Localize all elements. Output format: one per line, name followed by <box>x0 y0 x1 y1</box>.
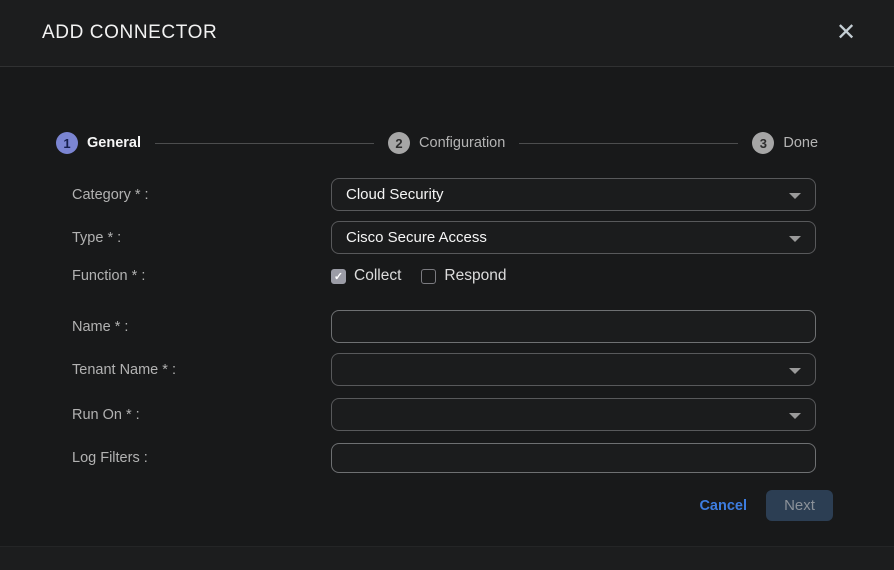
function-label: Function * : <box>72 268 331 284</box>
function-checkbox-group: ✓ Collect ✓ Respond <box>331 264 816 288</box>
stepper-connector-line <box>155 143 374 144</box>
step-done-label: Done <box>783 135 818 151</box>
dialog-footer-strip <box>0 546 894 570</box>
tenant-name-select[interactable] <box>331 353 816 386</box>
step-configuration-number: 2 <box>388 132 410 154</box>
category-value: Cloud Security <box>346 186 444 203</box>
type-label: Type * : <box>72 230 331 246</box>
dialog-title: ADD CONNECTOR <box>42 22 217 44</box>
type-row: Type * : Cisco Secure Access <box>72 221 894 254</box>
chevron-down-icon <box>789 413 801 419</box>
step-done-number: 3 <box>752 132 774 154</box>
log-filters-label: Log Filters : <box>72 450 331 466</box>
respond-checkbox-label: Respond <box>444 267 506 285</box>
log-filters-row: Log Filters : <box>72 443 894 473</box>
tenant-name-row: Tenant Name * : <box>72 353 894 386</box>
run-on-row: Run On * : <box>72 398 894 431</box>
step-done[interactable]: 3 Done <box>752 132 818 154</box>
run-on-select[interactable] <box>331 398 816 431</box>
name-input[interactable] <box>346 318 801 335</box>
dialog-actions: Cancel Next <box>0 490 894 521</box>
collect-checkbox-label: Collect <box>354 267 401 285</box>
category-select[interactable]: Cloud Security <box>331 178 816 211</box>
log-filters-input-wrap <box>331 443 816 473</box>
step-general[interactable]: 1 General <box>56 132 141 154</box>
chevron-down-icon <box>789 236 801 242</box>
type-select[interactable]: Cisco Secure Access <box>331 221 816 254</box>
collect-checkbox-item[interactable]: ✓ Collect <box>331 267 401 285</box>
type-value: Cisco Secure Access <box>346 229 487 246</box>
cancel-button[interactable]: Cancel <box>699 498 747 514</box>
collect-checkbox[interactable]: ✓ <box>331 269 346 284</box>
function-row: Function * : ✓ Collect ✓ Respond <box>72 264 894 288</box>
next-button[interactable]: Next <box>766 490 833 521</box>
name-label: Name * : <box>72 319 331 335</box>
step-general-label: General <box>87 135 141 151</box>
category-label: Category * : <box>72 187 331 203</box>
run-on-label: Run On * : <box>72 407 331 423</box>
step-general-number: 1 <box>56 132 78 154</box>
chevron-down-icon <box>789 193 801 199</box>
stepper-connector-line <box>519 143 738 144</box>
tenant-name-label: Tenant Name * : <box>72 362 331 378</box>
close-icon[interactable]: ✕ <box>832 19 860 47</box>
chevron-down-icon <box>789 368 801 374</box>
category-row: Category * : Cloud Security <box>72 178 894 211</box>
respond-checkbox[interactable]: ✓ <box>421 269 436 284</box>
step-configuration[interactable]: 2 Configuration <box>388 132 505 154</box>
step-configuration-label: Configuration <box>419 135 505 151</box>
dialog-body: 1 General 2 Configuration 3 Done Categor… <box>0 67 894 546</box>
name-input-wrap <box>331 310 816 343</box>
wizard-stepper: 1 General 2 Configuration 3 Done <box>0 131 894 155</box>
add-connector-dialog: ADD CONNECTOR ✕ 1 General 2 Configuratio… <box>0 0 894 570</box>
connector-form: Category * : Cloud Security Type * : Cis… <box>0 178 894 473</box>
dialog-header: ADD CONNECTOR ✕ <box>0 0 894 67</box>
respond-checkbox-item[interactable]: ✓ Respond <box>421 267 506 285</box>
name-row: Name * : <box>72 310 894 343</box>
log-filters-input[interactable] <box>346 450 801 467</box>
